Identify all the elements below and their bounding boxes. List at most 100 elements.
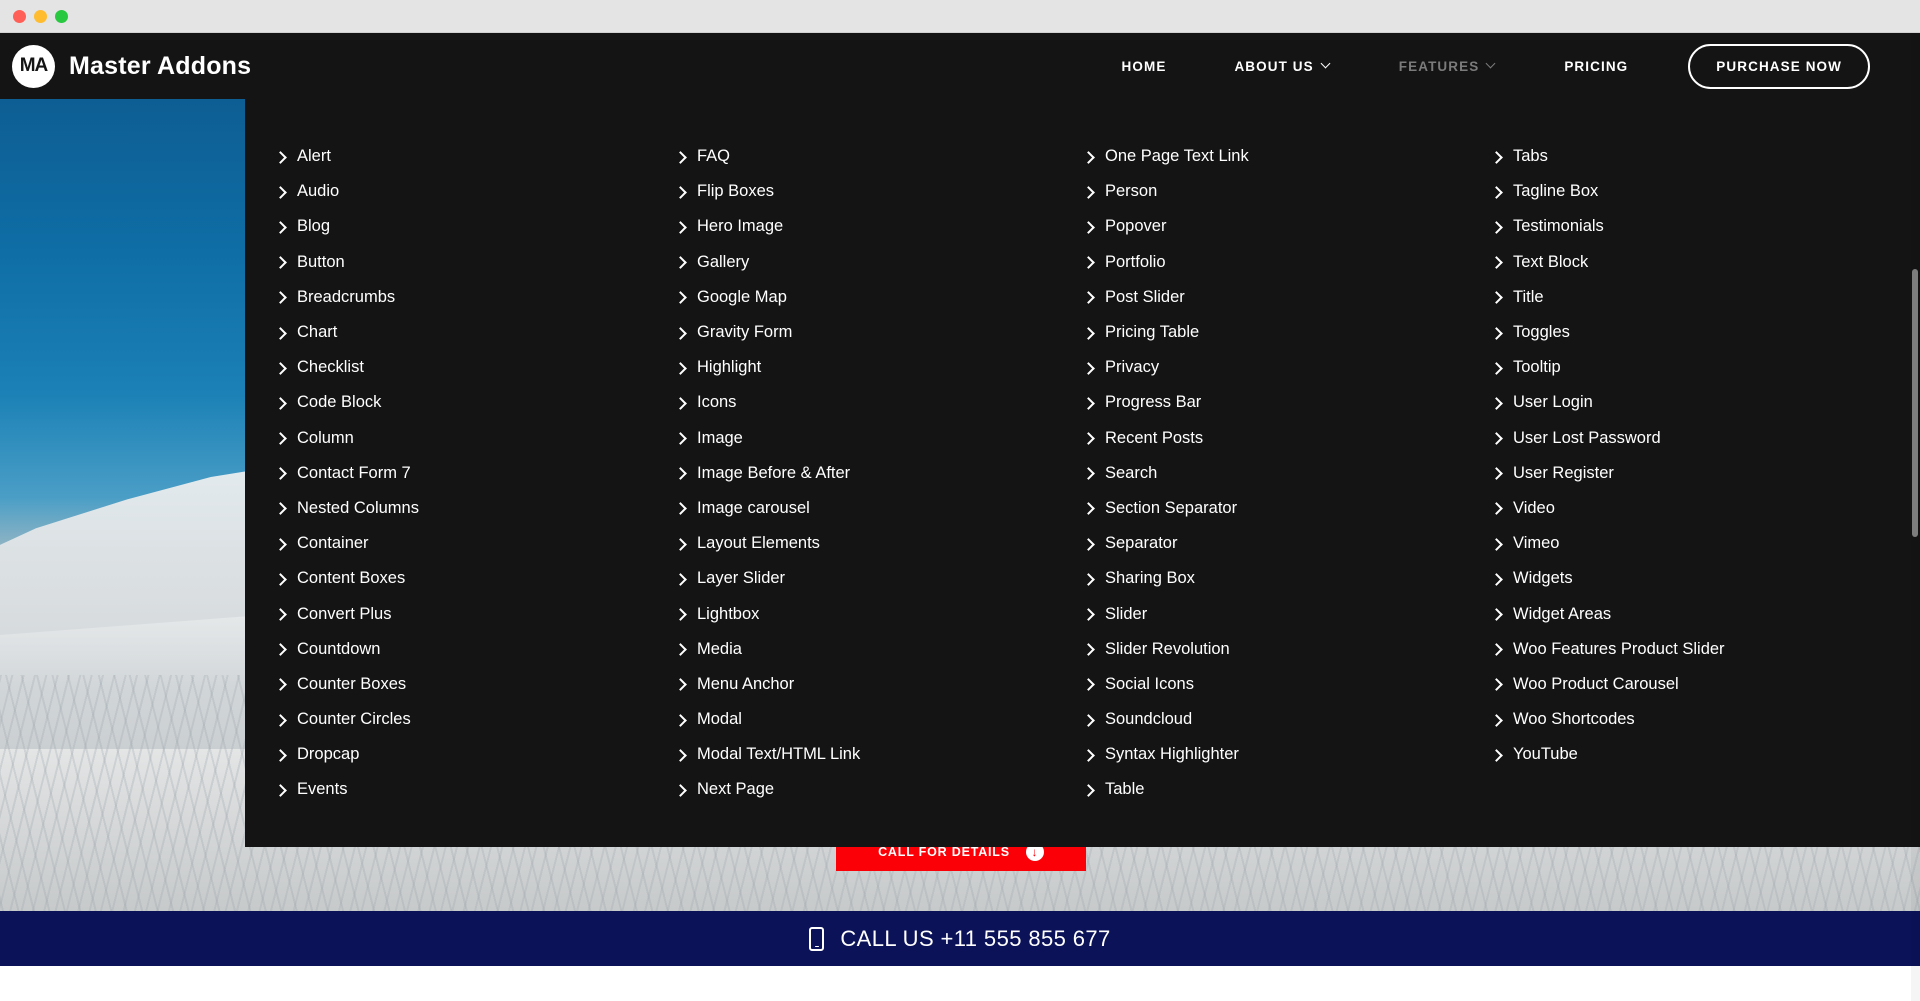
mega-menu-item-label: Chart xyxy=(297,323,338,342)
close-window-button[interactable] xyxy=(13,9,26,23)
chevron-right-icon xyxy=(1491,222,1501,232)
minimize-window-button[interactable] xyxy=(34,9,47,23)
mega-menu-item[interactable]: Gallery xyxy=(675,245,1061,280)
mega-menu-item[interactable]: Recent Posts xyxy=(1083,421,1469,456)
mega-menu-item[interactable]: Events xyxy=(275,772,653,807)
mega-menu-item[interactable]: Content Boxes xyxy=(275,561,653,596)
mega-menu-item[interactable]: Image Before & After xyxy=(675,456,1061,491)
mega-menu-item[interactable]: Pricing Table xyxy=(1083,315,1469,350)
mega-menu-item[interactable]: Layout Elements xyxy=(675,526,1061,561)
mega-menu-item[interactable]: Syntax Highlighter xyxy=(1083,737,1469,772)
mega-menu-item[interactable]: Container xyxy=(275,526,653,561)
page-bottom-strip xyxy=(0,966,1920,1001)
mega-menu-item[interactable]: Soundcloud xyxy=(1083,702,1469,737)
chevron-right-icon xyxy=(675,785,685,795)
mega-menu-item[interactable]: Slider xyxy=(1083,596,1469,631)
brand-logo[interactable]: MA Master Addons xyxy=(12,44,251,88)
mega-menu-item[interactable]: Contact Form 7 xyxy=(275,456,653,491)
mega-menu-item[interactable]: Lightbox xyxy=(675,596,1061,631)
mega-menu-item-label: Icons xyxy=(697,393,737,412)
mega-menu-item[interactable]: Widgets xyxy=(1491,561,1889,596)
mega-menu-item[interactable]: FAQ xyxy=(675,139,1061,174)
mega-menu-item[interactable]: Video xyxy=(1491,491,1889,526)
call-us-bar[interactable]: CALL US +11 555 855 677 xyxy=(0,911,1920,966)
mega-menu-item-label: Privacy xyxy=(1105,358,1160,377)
mega-menu-item[interactable]: Dropcap xyxy=(275,737,653,772)
mega-menu-item[interactable]: Table xyxy=(1083,772,1469,807)
mega-menu-item[interactable]: Woo Features Product Slider xyxy=(1491,632,1889,667)
mega-menu-item[interactable]: Post Slider xyxy=(1083,280,1469,315)
mega-menu-item[interactable]: Blog xyxy=(275,209,653,244)
mega-menu-item-label: Menu Anchor xyxy=(697,674,795,693)
maximize-window-button[interactable] xyxy=(55,9,68,23)
mega-menu-item[interactable]: Toggles xyxy=(1491,315,1889,350)
mega-menu-item[interactable]: Breadcrumbs xyxy=(275,280,653,315)
chevron-right-icon xyxy=(1083,152,1093,162)
chevron-right-icon xyxy=(275,398,285,408)
nav-item-about-us[interactable]: ABOUT US xyxy=(1200,59,1364,74)
mega-menu-item[interactable]: Person xyxy=(1083,174,1469,209)
mega-menu-item[interactable]: Title xyxy=(1491,280,1889,315)
mega-menu-item[interactable]: Button xyxy=(275,245,653,280)
mega-menu-item[interactable]: Tabs xyxy=(1491,139,1889,174)
mega-menu-item[interactable]: Widget Areas xyxy=(1491,596,1889,631)
mega-menu-item[interactable]: Hero Image xyxy=(675,209,1061,244)
mega-menu-item[interactable]: Menu Anchor xyxy=(675,667,1061,702)
mega-menu-item[interactable]: Column xyxy=(275,421,653,456)
mega-menu-item[interactable]: Testimonials xyxy=(1491,209,1889,244)
mega-menu-item[interactable]: Separator xyxy=(1083,526,1469,561)
mega-menu-item[interactable]: User Login xyxy=(1491,385,1889,420)
mega-menu-item[interactable]: Counter Boxes xyxy=(275,667,653,702)
mega-menu-item[interactable]: Tagline Box xyxy=(1491,174,1889,209)
mega-menu-item[interactable]: Image xyxy=(675,421,1061,456)
mega-menu-item[interactable]: User Lost Password xyxy=(1491,421,1889,456)
mega-menu-item[interactable]: Woo Product Carousel xyxy=(1491,667,1889,702)
chevron-right-icon xyxy=(675,257,685,267)
mega-menu-item[interactable]: Search xyxy=(1083,456,1469,491)
chevron-right-icon xyxy=(1083,503,1093,513)
mega-menu-item[interactable]: Flip Boxes xyxy=(675,174,1061,209)
mega-menu-item[interactable]: Section Separator xyxy=(1083,491,1469,526)
purchase-now-button[interactable]: PURCHASE NOW xyxy=(1688,43,1870,89)
mega-menu-item[interactable]: Counter Circles xyxy=(275,702,653,737)
mega-menu-item[interactable]: Code Block xyxy=(275,385,653,420)
mega-menu-item[interactable]: Portfolio xyxy=(1083,245,1469,280)
mega-menu-item[interactable]: Countdown xyxy=(275,632,653,667)
mega-menu-item[interactable]: Vimeo xyxy=(1491,526,1889,561)
mega-menu-item[interactable]: One Page Text Link xyxy=(1083,139,1469,174)
mega-menu-item[interactable]: Progress Bar xyxy=(1083,385,1469,420)
mega-menu-item[interactable]: Highlight xyxy=(675,350,1061,385)
vertical-scrollbar-thumb[interactable] xyxy=(1912,269,1918,537)
nav-item-pricing[interactable]: PRICING xyxy=(1530,59,1662,74)
mega-menu-item[interactable]: Nested Columns xyxy=(275,491,653,526)
mega-menu-item[interactable]: Icons xyxy=(675,385,1061,420)
mega-menu-item[interactable]: Next Page xyxy=(675,772,1061,807)
mega-menu-item[interactable]: Woo Shortcodes xyxy=(1491,702,1889,737)
mega-menu-item[interactable]: Convert Plus xyxy=(275,596,653,631)
nav-item-home[interactable]: HOME xyxy=(1088,59,1201,74)
mega-menu-item[interactable]: Slider Revolution xyxy=(1083,632,1469,667)
mega-menu-item[interactable]: Image carousel xyxy=(675,491,1061,526)
mega-menu-item[interactable]: Layer Slider xyxy=(675,561,1061,596)
mega-menu-item[interactable]: YouTube xyxy=(1491,737,1889,772)
mega-menu-item-label: Code Block xyxy=(297,393,382,412)
mega-menu-item[interactable]: Privacy xyxy=(1083,350,1469,385)
mega-menu-item[interactable]: Media xyxy=(675,632,1061,667)
mega-menu-item[interactable]: Checklist xyxy=(275,350,653,385)
mega-menu-item[interactable]: Modal xyxy=(675,702,1061,737)
mega-menu-item[interactable]: Alert xyxy=(275,139,653,174)
mega-menu-item[interactable]: Text Block xyxy=(1491,245,1889,280)
mega-menu-item[interactable]: Modal Text/HTML Link xyxy=(675,737,1061,772)
mega-menu-item[interactable]: Popover xyxy=(1083,209,1469,244)
mega-menu-item[interactable]: Tooltip xyxy=(1491,350,1889,385)
nav-item-features[interactable]: FEATURES xyxy=(1365,59,1531,74)
mega-menu-item[interactable]: Google Map xyxy=(675,280,1061,315)
mega-menu-item[interactable]: User Register xyxy=(1491,456,1889,491)
mega-menu-item[interactable]: Social Icons xyxy=(1083,667,1469,702)
mega-menu-item[interactable]: Audio xyxy=(275,174,653,209)
mega-menu-item[interactable]: Gravity Form xyxy=(675,315,1061,350)
mega-menu-item[interactable]: Sharing Box xyxy=(1083,561,1469,596)
mega-menu-item[interactable]: Chart xyxy=(275,315,653,350)
chevron-right-icon xyxy=(275,574,285,584)
mega-menu-item-label: Lightbox xyxy=(697,604,760,623)
